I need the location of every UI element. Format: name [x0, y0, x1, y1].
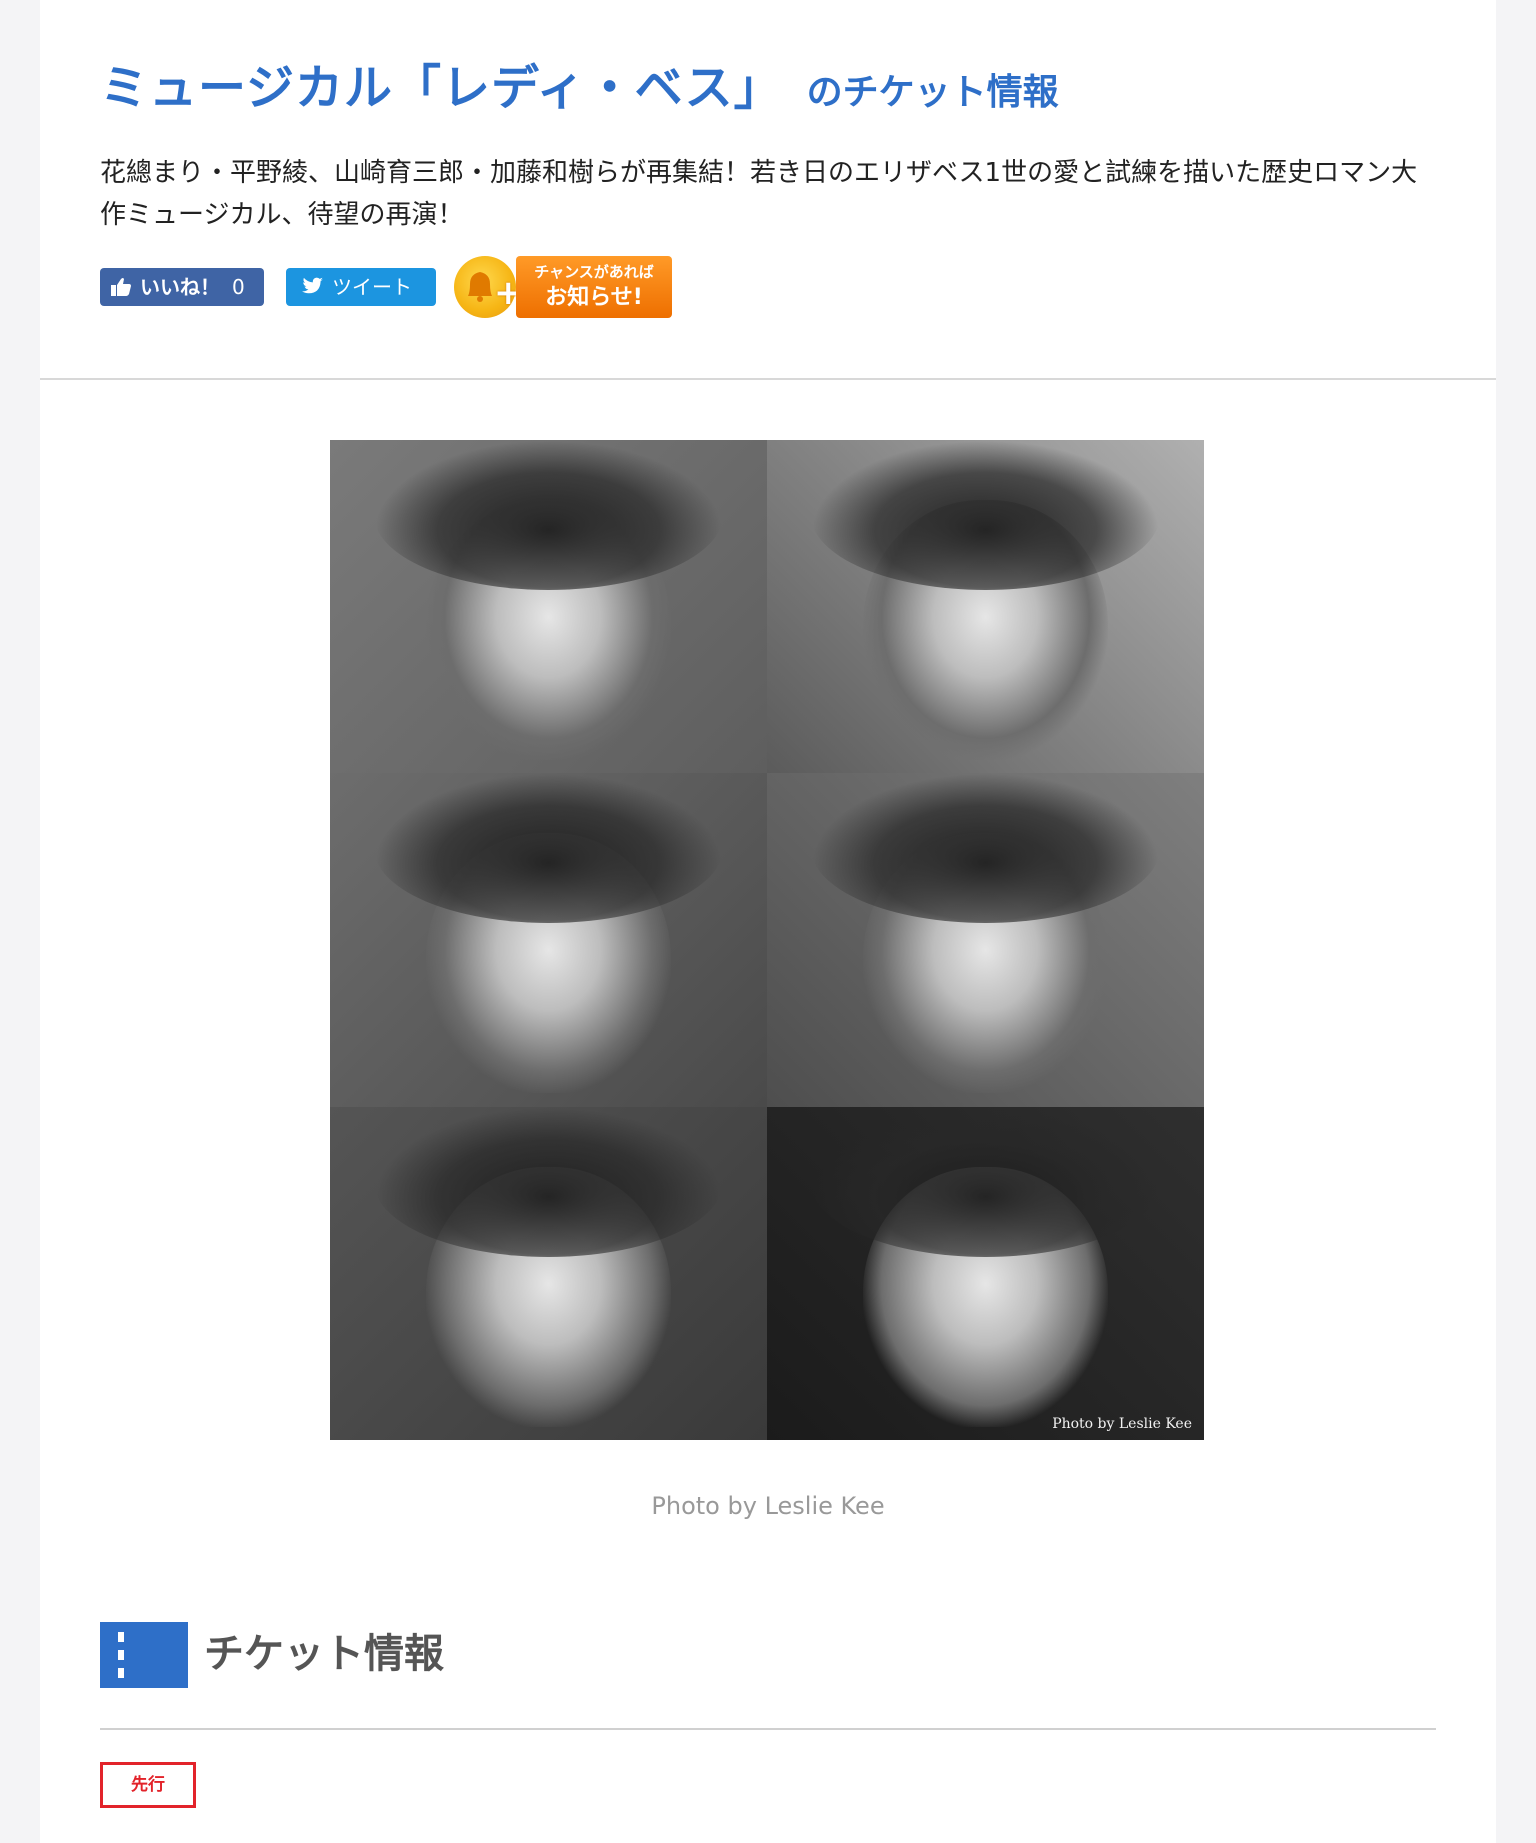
event-description: 花總まり・平野綾、山崎育三郎・加藤和樹らが再集結！若き日のエリザベス1世の愛と試… [100, 158, 1418, 230]
twitter-bird-icon [300, 277, 324, 297]
notify-label: チャンスがあれば お知らせ! [516, 256, 672, 318]
cast-portrait [330, 773, 767, 1107]
section-title: チケット情報 [204, 1631, 444, 1677]
tweet-button[interactable]: ツイート [286, 268, 436, 306]
event-title: ミュージカル「レディ・ベス」 [100, 60, 783, 116]
film-strip-icon [100, 1622, 188, 1688]
tweet-label: ツイート [332, 275, 412, 299]
bell-plus-icon: + [454, 256, 523, 318]
presale-badge: 先行 [100, 1762, 196, 1808]
notify-me-button[interactable]: + チャンスがあれば お知らせ! [454, 254, 674, 320]
like-count: 0 [232, 275, 245, 299]
facebook-like-button[interactable]: いいね！ 0 [100, 268, 264, 306]
like-label: いいね！ [140, 275, 220, 299]
title-suffix: のチケット情報 [806, 72, 1059, 113]
section-divider [100, 1728, 1436, 1730]
cast-portrait [767, 773, 1204, 1107]
page-title: ミュージカル「レディ・ベス」 のチケット情報 [100, 48, 1059, 118]
event-header: ミュージカル「レディ・ベス」 のチケット情報 花總まり・平野綾、山崎育三郎・加藤和… [40, 0, 1496, 380]
cast-portrait: Photo by Leslie Kee [767, 1106, 1204, 1440]
cast-portrait [767, 440, 1204, 774]
notify-line-1: チャンスがあれば [534, 263, 654, 281]
page: ミュージカル「レディ・ベス」 のチケット情報 花總まり・平野綾、山崎育三郎・加藤和… [40, 0, 1496, 1843]
cast-photo: Photo by Leslie Kee [330, 440, 1204, 1440]
thumbs-up-icon [110, 277, 132, 297]
header-divider [40, 378, 1496, 380]
cast-portrait [330, 440, 767, 774]
photo-caption: Photo by Leslie Kee [651, 1492, 885, 1520]
cast-portrait [330, 1106, 767, 1440]
photo-watermark: Photo by Leslie Kee [1052, 1416, 1192, 1432]
notify-line-2: お知らせ! [545, 285, 643, 310]
